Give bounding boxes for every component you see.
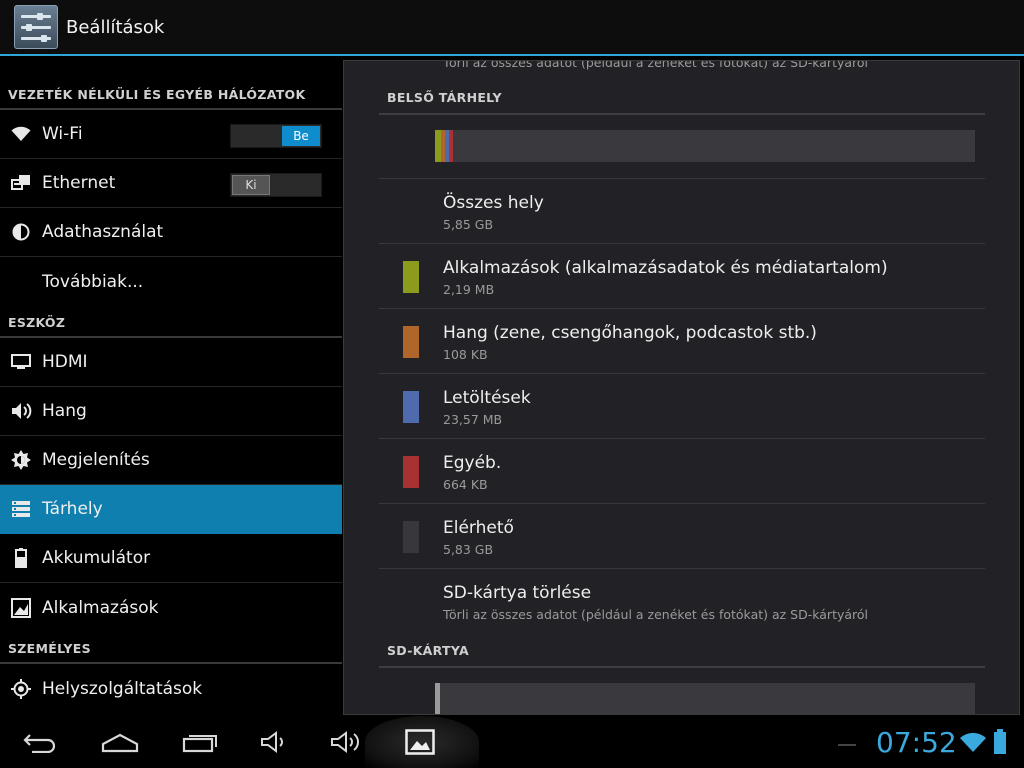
data-usage-icon bbox=[0, 223, 42, 241]
sidebar-item-battery[interactable]: Akkumulátor bbox=[0, 534, 342, 583]
storage-detail-pane: Törli az összes adatot (például a zenéke… bbox=[343, 60, 1020, 715]
row-title: Alkalmazások (alkalmazásadatok és médiat… bbox=[443, 258, 888, 278]
sidebar-item-wifi[interactable]: Wi-Fi Be bbox=[0, 110, 342, 159]
toggle-knob: Be bbox=[282, 126, 320, 146]
row-title: Összes hely bbox=[443, 193, 544, 213]
internal-storage-bar bbox=[435, 130, 975, 162]
apps-icon bbox=[0, 597, 42, 618]
section-device: ESZKÖZ bbox=[0, 306, 342, 338]
row-title: Elérhető bbox=[443, 518, 514, 538]
sidebar-item-apps[interactable]: Alkalmazások bbox=[0, 583, 342, 632]
storage-row-audio[interactable]: Hang (zene, csengőhangok, podcastok stb.… bbox=[379, 309, 985, 374]
action-bar: Beállítások bbox=[0, 0, 1024, 56]
volume-down-icon[interactable] bbox=[256, 726, 292, 758]
sidebar-item-label: Ethernet bbox=[42, 173, 116, 193]
system-nav-bar: 07:52 bbox=[0, 716, 1024, 768]
row-title: Hang (zene, csengőhangok, podcastok stb.… bbox=[443, 323, 817, 343]
battery-icon bbox=[990, 728, 1010, 756]
storage-bar-segment bbox=[435, 683, 440, 714]
sidebar-item-label: Akkumulátor bbox=[42, 548, 151, 568]
wifi-toggle[interactable]: Be bbox=[230, 124, 322, 148]
color-swatch bbox=[403, 456, 419, 488]
sidebar-item-label: Wi-Fi bbox=[42, 124, 83, 144]
section-personal: SZEMÉLYES bbox=[0, 632, 342, 664]
section-wireless: VEZETÉK NÉLKÜLI ÉS EGYÉB HÁLÓZATOK bbox=[0, 58, 342, 110]
storage-row-downloads[interactable]: Letöltések 23,57 MB bbox=[379, 374, 985, 439]
storage-icon bbox=[0, 500, 42, 518]
row-value: 5,83 GB bbox=[443, 542, 494, 557]
sidebar-item-data-usage[interactable]: Adathasználat bbox=[0, 208, 342, 257]
toggle-knob: Ki bbox=[232, 175, 270, 195]
sidebar-item-more[interactable]: Továbbiak... bbox=[0, 257, 342, 306]
row-value: 2,19 MB bbox=[443, 282, 495, 297]
sidebar-item-location[interactable]: Helyszolgáltatások bbox=[0, 664, 342, 713]
storage-row-other[interactable]: Egyéb. 664 KB bbox=[379, 439, 985, 504]
row-title: Egyéb. bbox=[443, 453, 502, 473]
internal-storage-bar-row bbox=[379, 113, 985, 179]
sidebar-item-label: Alkalmazások bbox=[42, 597, 159, 618]
sidebar-item-hdmi[interactable]: HDMI bbox=[0, 338, 342, 387]
monitor-icon bbox=[0, 354, 42, 370]
sidebar-item-label: Hang bbox=[42, 401, 87, 421]
sidebar-item-display[interactable]: Megjelenítés bbox=[0, 436, 342, 485]
section-title: BELSŐ TÁRHELY bbox=[387, 90, 502, 105]
internal-storage-header: BELSŐ TÁRHELY bbox=[379, 90, 985, 115]
sidebar-item-label: Megjelenítés bbox=[42, 450, 150, 470]
volume-up-icon[interactable] bbox=[326, 726, 366, 758]
wifi-icon bbox=[0, 126, 42, 142]
status-clock: 07:52 bbox=[876, 726, 957, 759]
settings-sidebar: VEZETÉK NÉLKÜLI ÉS EGYÉB HÁLÓZATOK Wi-Fi… bbox=[0, 58, 342, 715]
app-title: Beállítások bbox=[66, 16, 165, 38]
storage-row-available: Elérhető 5,83 GB bbox=[379, 504, 985, 569]
row-value: 664 KB bbox=[443, 477, 488, 492]
row-title: Letöltések bbox=[443, 388, 531, 408]
ethernet-icon bbox=[0, 174, 42, 192]
screenshot-icon[interactable] bbox=[402, 726, 438, 758]
color-swatch bbox=[403, 261, 419, 293]
scrolled-summary-text: Törli az összes adatot (például a zenéke… bbox=[443, 60, 869, 70]
sidebar-item-sound[interactable]: Hang bbox=[0, 387, 342, 436]
row-title: SD-kártya törlése bbox=[443, 583, 592, 603]
sidebar-item-label: Továbbiak... bbox=[42, 271, 144, 292]
erase-sd-card-button[interactable]: SD-kártya törlése Törli az összes adatot… bbox=[379, 569, 985, 634]
sidebar-item-ethernet[interactable]: Ethernet Ki bbox=[0, 159, 342, 208]
row-value: 5,85 GB bbox=[443, 217, 494, 232]
home-icon[interactable] bbox=[100, 726, 140, 758]
row-description: Törli az összes adatot (például a zenéke… bbox=[443, 607, 869, 622]
wifi-icon bbox=[958, 730, 988, 754]
location-icon bbox=[0, 678, 42, 699]
sidebar-item-label: Adathasználat bbox=[42, 222, 164, 242]
brightness-icon bbox=[0, 450, 42, 470]
settings-sliders-icon[interactable] bbox=[14, 5, 58, 49]
color-swatch bbox=[403, 391, 419, 423]
section-title: SD-KÁRTYA bbox=[387, 643, 469, 658]
battery-icon bbox=[0, 548, 42, 568]
color-swatch bbox=[403, 521, 419, 553]
speaker-icon bbox=[0, 402, 42, 420]
sidebar-item-label: Tárhely bbox=[42, 499, 103, 519]
sd-card-storage-bar bbox=[435, 683, 975, 714]
ethernet-toggle[interactable]: Ki bbox=[230, 173, 322, 197]
storage-row-apps[interactable]: Alkalmazások (alkalmazásadatok és médiat… bbox=[379, 244, 985, 309]
sidebar-item-label: Helyszolgáltatások bbox=[42, 678, 203, 699]
storage-row-total: Összes hely 5,85 GB bbox=[379, 179, 985, 244]
row-value: 23,57 MB bbox=[443, 412, 503, 427]
row-value: 108 KB bbox=[443, 347, 488, 362]
back-icon[interactable] bbox=[20, 726, 60, 758]
sidebar-item-storage[interactable]: Tárhely bbox=[0, 485, 342, 534]
sidebar-item-label: HDMI bbox=[42, 352, 88, 372]
color-swatch bbox=[403, 326, 419, 358]
recent-apps-icon[interactable] bbox=[180, 726, 220, 758]
storage-bar-segment bbox=[449, 130, 453, 162]
sd-card-header: SD-KÁRTYA bbox=[379, 643, 985, 668]
